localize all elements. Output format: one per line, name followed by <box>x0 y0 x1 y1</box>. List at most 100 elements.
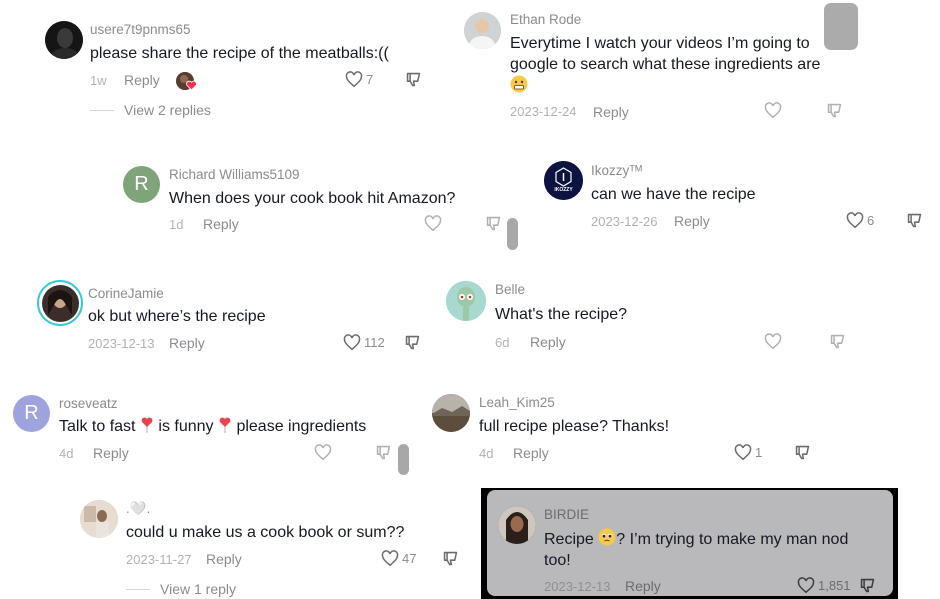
reply-button[interactable]: Reply <box>593 104 629 120</box>
thumbs-down-icon <box>795 445 810 460</box>
dislike-button[interactable] <box>375 444 392 466</box>
reply-button[interactable]: Reply <box>169 335 205 351</box>
like-button[interactable]: 1,851 <box>797 577 851 594</box>
avatar[interactable]: R <box>13 395 50 432</box>
username[interactable]: usere7t9pnms65 <box>90 22 191 37</box>
scrollbar-thumb[interactable] <box>398 444 409 475</box>
ikozzy-logo-icon <box>544 161 583 200</box>
like-button[interactable]: 6 <box>846 212 874 229</box>
red-heart-icon <box>186 80 197 91</box>
profile-photo-icon <box>41 284 79 322</box>
username[interactable]: Ikozzyᵀᴹ <box>591 163 642 178</box>
dislike-button[interactable] <box>859 577 876 599</box>
view-replies-label: View 1 reply <box>160 581 237 597</box>
avatar-caption: IKOZZY <box>554 187 573 193</box>
scrollbar-thumb[interactable] <box>824 3 858 50</box>
like-button[interactable] <box>314 444 335 461</box>
dislike-button[interactable] <box>826 102 843 124</box>
username[interactable]: CorineJamie <box>88 286 164 301</box>
divider-line <box>90 109 114 111</box>
reply-button[interactable]: Reply <box>206 551 242 567</box>
comment-text: What's the recipe? <box>495 306 628 323</box>
username[interactable]: BIRDIE <box>544 507 589 522</box>
squidward-avatar-icon <box>446 281 486 321</box>
reply-button[interactable]: Reply <box>124 72 160 88</box>
comment-date: 4d <box>479 446 494 461</box>
profile-photo-icon <box>45 21 83 59</box>
comment-date: 1d <box>169 217 184 232</box>
thumbs-down-icon <box>406 72 421 87</box>
username[interactable]: roseveatz <box>59 396 118 411</box>
comment-text-part2: is funny <box>158 418 214 435</box>
like-button[interactable] <box>764 333 785 350</box>
comment-text-part1: Recipe <box>544 531 594 548</box>
like-button[interactable]: 47 <box>381 550 416 567</box>
heart-icon <box>314 444 332 461</box>
thumbs-down-icon <box>405 335 420 350</box>
comment-text: full recipe please? Thanks! <box>479 418 670 435</box>
reply-button[interactable]: Reply <box>93 445 129 461</box>
thumbs-down-icon <box>443 551 458 566</box>
avatar-with-story-ring[interactable] <box>37 280 83 326</box>
comment-date: 1w <box>90 73 107 88</box>
username[interactable]: .🤍. <box>126 501 150 517</box>
comment-date: 2023-11-27 <box>126 552 192 567</box>
dislike-button[interactable] <box>485 215 502 237</box>
avatar[interactable] <box>80 500 118 538</box>
like-button[interactable] <box>764 102 785 119</box>
avatar[interactable] <box>45 21 83 59</box>
comment-text: ok but where’s the recipe <box>88 308 266 325</box>
red-heart-balloon-icon <box>219 417 231 433</box>
dislike-button[interactable] <box>405 71 422 93</box>
reply-button[interactable]: Reply <box>203 216 239 232</box>
red-heart-balloon-icon <box>141 417 153 433</box>
like-button[interactable]: 1 <box>734 444 762 461</box>
view-replies-label: View 2 replies <box>124 102 211 118</box>
comment-text: could u make us a cook book or sum?? <box>126 524 405 541</box>
comment-date: 2023-12-26 <box>591 214 658 229</box>
avatar[interactable] <box>446 281 486 321</box>
view-replies-button[interactable]: View 1 reply <box>126 581 236 597</box>
avatar[interactable]: R <box>123 166 160 203</box>
reply-button[interactable]: Reply <box>513 445 549 461</box>
reply-button[interactable]: Reply <box>625 578 661 594</box>
like-count: 47 <box>402 551 417 566</box>
username[interactable]: Ethan Rode <box>510 12 581 27</box>
dislike-button[interactable] <box>829 333 846 355</box>
thumbs-down-icon <box>860 578 875 593</box>
like-count: 6 <box>867 213 875 228</box>
reply-button[interactable]: Reply <box>530 334 566 350</box>
dislike-button[interactable] <box>442 550 459 572</box>
like-button[interactable] <box>424 215 445 232</box>
landscape-photo-icon <box>432 394 470 432</box>
avatar[interactable] <box>544 161 583 200</box>
dislike-button[interactable] <box>906 212 923 234</box>
profile-photo-icon <box>80 500 118 538</box>
heart-icon <box>345 71 363 88</box>
avatar[interactable] <box>464 12 501 49</box>
scrollbar-thumb[interactable] <box>507 218 518 250</box>
dislike-button[interactable] <box>404 334 421 356</box>
like-count: 1 <box>755 445 763 460</box>
like-count: 1,851 <box>818 578 851 593</box>
username[interactable]: Richard Williams5109 <box>169 167 300 182</box>
avatar[interactable] <box>498 506 536 544</box>
grimace-emoji-icon <box>510 75 528 93</box>
thumbs-down-icon <box>827 103 842 118</box>
heart-icon <box>764 333 782 350</box>
comment-date: 6d <box>495 335 510 350</box>
comment-text: Recipe ? I’m trying to make my man nod t… <box>544 528 874 571</box>
heart-icon <box>381 550 399 567</box>
view-replies-button[interactable]: View 2 replies <box>90 102 211 118</box>
avatar[interactable] <box>432 394 470 432</box>
reply-button[interactable]: Reply <box>674 213 710 229</box>
like-button[interactable]: 7 <box>345 71 373 88</box>
thumbs-down-icon <box>830 334 845 349</box>
username[interactable]: Leah_Kim25 <box>479 395 555 410</box>
thumbs-down-icon <box>907 213 922 228</box>
divider-line <box>126 588 150 590</box>
like-button[interactable]: 112 <box>343 334 385 351</box>
heart-icon <box>424 215 442 232</box>
username[interactable]: Belle <box>495 282 525 297</box>
dislike-button[interactable] <box>794 444 811 466</box>
